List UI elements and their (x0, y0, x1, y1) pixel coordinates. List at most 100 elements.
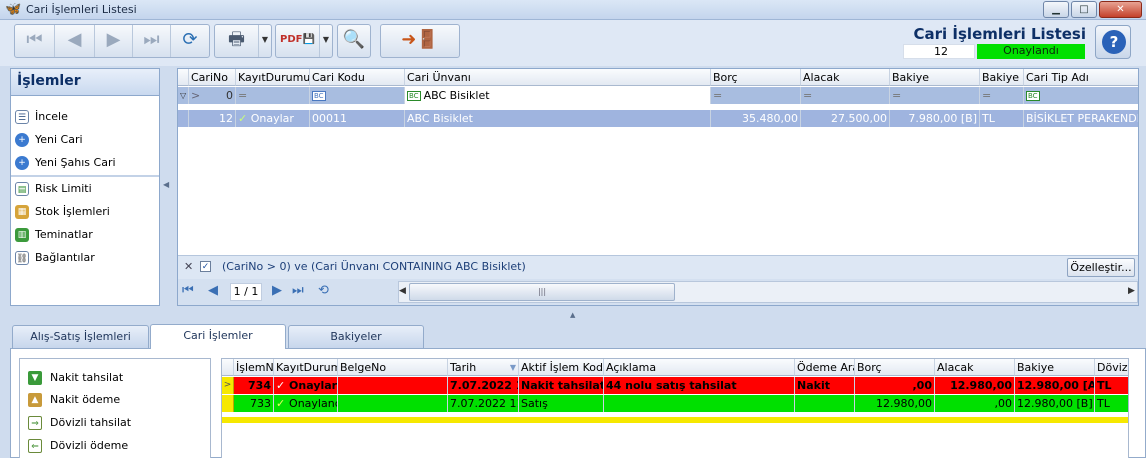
first-record-icon[interactable]: ⏮ (15, 25, 55, 57)
prev-record-icon[interactable]: ◀ (55, 25, 95, 57)
cell-aktifislemkodu[interactable]: Satış (519, 395, 604, 412)
col-header-caritipadi[interactable]: Cari Tip Adı (1024, 69, 1138, 86)
close-button[interactable]: ✕ (1099, 1, 1142, 18)
cell-doviz[interactable]: TL (1095, 395, 1128, 412)
prev-page-icon[interactable]: ◀ (208, 283, 218, 298)
filter-alacak[interactable]: = (801, 87, 890, 104)
cell-aciklama[interactable]: 44 nolu satış tahsilat (604, 377, 795, 394)
op-baglantilar[interactable]: ⛓ Bağlantılar (15, 248, 95, 268)
cell-alacak[interactable]: 12.980,00 (935, 377, 1015, 394)
action-dovizli-odeme[interactable]: ⇐ Dövizli ödeme (28, 436, 128, 456)
chevron-right-icon[interactable]: > (222, 377, 234, 394)
col-header-carikodu[interactable]: Cari Kodu (310, 69, 405, 86)
op-risk-limiti[interactable]: ▤ Risk Limiti (15, 179, 92, 199)
cell-aktifislemkodu[interactable]: Nakit tahsilat (519, 377, 604, 394)
horizontal-scrollbar[interactable]: ◀ ||| ▶ (398, 281, 1138, 303)
col-header-odemearaci[interactable]: Ödeme Aracı (795, 359, 855, 376)
op-yeni-cari[interactable]: + Yeni Cari (15, 130, 83, 150)
filter-bakiyed[interactable]: = (980, 87, 1024, 104)
cell-bakiye[interactable]: 12.980,00 [B] (1015, 395, 1095, 412)
chevron-down-icon[interactable]: ▼ (320, 25, 332, 57)
col-header-carino[interactable]: CariNo (189, 69, 236, 86)
col-header-kayitdurumu[interactable]: KayıtDurumu (236, 69, 310, 86)
col-header-doviz[interactable]: Döviz (1095, 359, 1128, 376)
cell-islemno[interactable]: 734 (234, 377, 274, 394)
cell-islemno[interactable]: 733 (234, 395, 274, 412)
col-header-tarih[interactable]: Tarih ▼ (448, 359, 519, 376)
col-header-islemno[interactable]: İşlemNo (234, 359, 274, 376)
cell-tarih[interactable]: 7.07.2022 11 (448, 395, 519, 412)
action-nakit-tahsilat[interactable]: ▼ Nakit tahsilat (28, 368, 123, 388)
cell-caritipadi[interactable]: BİSİKLET PERAKENDEC (1024, 110, 1138, 127)
cell-belgeno[interactable] (338, 377, 448, 394)
filter-borc[interactable]: = (711, 87, 801, 104)
col-header-belgeno[interactable]: BelgeNo (338, 359, 448, 376)
next-page-icon[interactable]: ▶ (272, 283, 282, 298)
col-header-bakiyed[interactable]: Bakiye D (980, 69, 1024, 86)
minimize-button[interactable]: ▁ (1043, 1, 1069, 18)
help-button[interactable]: ? (1095, 25, 1131, 59)
op-yeni-sahis-cari[interactable]: + Yeni Şahıs Cari (15, 153, 116, 173)
cell-alacak[interactable]: 27.500,00 (801, 110, 890, 127)
first-page-icon[interactable]: ⏮ (182, 283, 194, 298)
cell-borc[interactable]: 35.480,00 (711, 110, 801, 127)
cell-carikodu[interactable]: 00011 (310, 110, 405, 127)
col-header-alacak[interactable]: Alacak (935, 359, 1015, 376)
cell-cariunvani[interactable]: ABC Bisiklet (405, 110, 711, 127)
filter-caritipadi[interactable]: BC (1024, 87, 1138, 104)
cell-kayitdurumu[interactable]: ✓ Onaylar (236, 110, 310, 127)
col-header-cariunvani[interactable]: Cari Ünvanı (405, 69, 711, 86)
action-dovizli-tahsilat[interactable]: ⇒ Dövizli tahsilat (28, 413, 131, 433)
cell-belgeno[interactable] (338, 395, 448, 412)
filter-carikodu[interactable]: BC (310, 87, 405, 104)
chevron-down-icon[interactable]: ▼ (259, 25, 271, 57)
cell-bakiyed[interactable]: TL (980, 110, 1024, 127)
col-header-bakiye[interactable]: Bakiye (890, 69, 980, 86)
filter-expression[interactable]: (CariNo > 0) ve (Cari Ünvanı CONTAINING … (222, 260, 526, 273)
scroll-thumb[interactable]: ||| (409, 283, 675, 301)
last-record-icon[interactable]: ⏭ (133, 25, 171, 57)
pdf-save-button[interactable]: PDF💾 ▼ (275, 24, 333, 58)
col-header-borc[interactable]: Borç (855, 359, 935, 376)
col-header-aktifislemkodu[interactable]: Aktif İşlem Kodu (519, 359, 604, 376)
maximize-button[interactable]: □ (1071, 1, 1097, 18)
exit-button[interactable]: ➜🚪 (380, 24, 460, 58)
action-nakit-odeme[interactable]: ▲ Nakit ödeme (28, 390, 120, 410)
cell-odemearaci[interactable]: Nakit (795, 377, 855, 394)
op-teminatlar[interactable]: ▥ Teminatlar (15, 225, 93, 245)
clear-filter-icon[interactable]: ✕ (184, 260, 193, 273)
tab-bakiyeler[interactable]: Bakiyeler (288, 325, 424, 348)
col-header-kayitdurumu[interactable]: KayıtDurumu (274, 359, 338, 376)
cell-doviz[interactable]: TL (1095, 377, 1128, 394)
print-button[interactable]: 🖶 ▼ (214, 24, 272, 58)
cell-aciklama[interactable] (604, 395, 795, 412)
collapse-left-panel-icon[interactable]: ◀ (163, 180, 169, 189)
filter-enabled-checkbox[interactable]: ✓ (200, 261, 211, 272)
cell-alacak[interactable]: ,00 (935, 395, 1015, 412)
col-header-bakiye[interactable]: Bakiye (1015, 359, 1095, 376)
cell-carino[interactable]: 12 (189, 110, 236, 127)
filter-cariunvani[interactable]: BC ABC Bisiklet (405, 87, 711, 104)
row-indicator[interactable] (222, 395, 234, 412)
op-incele[interactable]: ☰ İncele (15, 107, 68, 127)
cell-tarih[interactable]: 7.07.2022 1 (448, 377, 519, 394)
customize-button[interactable]: Özelleştir... (1067, 258, 1135, 277)
col-header-alacak[interactable]: Alacak (801, 69, 890, 86)
cell-bakiye[interactable]: 12.980,00 [A] (1015, 377, 1095, 394)
filter-bakiye[interactable]: = (890, 87, 980, 104)
last-page-icon[interactable]: ⏭ (292, 283, 304, 298)
filter-kayitdurumu[interactable]: = (236, 87, 310, 104)
tab-cari-islemler[interactable]: Cari İşlemler (150, 324, 286, 349)
next-record-icon[interactable]: ▶ (95, 25, 133, 57)
col-header-aciklama[interactable]: Açıklama (604, 359, 795, 376)
op-stok-islemleri[interactable]: ▦ Stok İşlemleri (15, 202, 110, 222)
cell-kayitdurumu[interactable]: ✓ Onaylar (274, 377, 338, 394)
cell-borc[interactable]: ,00 (855, 377, 935, 394)
refresh-icon[interactable]: ⟳ (171, 25, 209, 57)
cell-borc[interactable]: 12.980,00 (855, 395, 935, 412)
cell-odemearaci[interactable] (795, 395, 855, 412)
report-designer-button[interactable]: 🔍 (337, 24, 371, 58)
cell-kayitdurumu[interactable]: ✓ Onaylanc (274, 395, 338, 412)
cell-bakiye[interactable]: 7.980,00 [B] (890, 110, 980, 127)
refresh-icon[interactable]: ⟲ (318, 283, 329, 298)
